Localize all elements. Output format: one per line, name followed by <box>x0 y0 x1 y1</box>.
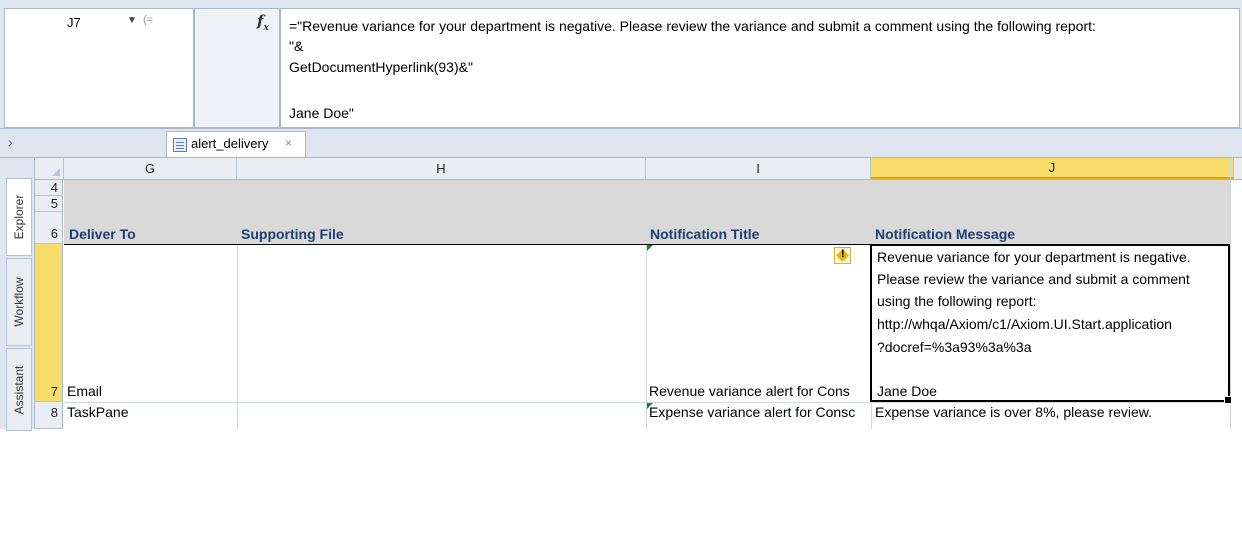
message-line: Jane Doe <box>877 383 937 399</box>
cell-j7[interactable]: Revenue variance for your department is … <box>870 244 1232 404</box>
document-tab-bar: › alert_delivery × <box>0 129 1242 158</box>
expand-panel-icon[interactable]: › <box>8 134 13 150</box>
cell-g7[interactable]: Email <box>64 383 236 401</box>
header-notification-message[interactable]: Notification Message <box>872 226 1230 244</box>
tab-assistant[interactable]: Assistant <box>6 348 32 431</box>
column-header-j[interactable]: J <box>871 158 1234 179</box>
close-tab-icon[interactable]: × <box>285 136 292 150</box>
column-header-g[interactable]: G <box>64 158 237 179</box>
formula-cancel-icon[interactable]: (= <box>143 14 153 26</box>
formula-line: "& <box>289 38 304 54</box>
cell-i7[interactable]: Revenue variance alert for Cons <box>647 383 871 401</box>
cell-h8[interactable] <box>238 404 646 424</box>
name-box[interactable]: J7 ▼ (= <box>4 8 194 128</box>
formula-bar: J7 ▼ (= fx ="Revenue variance for your d… <box>0 0 1242 129</box>
name-box-value: J7 <box>67 15 81 30</box>
column-header-h[interactable]: H <box>237 158 646 179</box>
header-supporting-file[interactable]: Supporting File <box>238 226 646 244</box>
formula-line: Jane Doe" <box>289 105 354 121</box>
fill-handle[interactable] <box>1224 396 1232 404</box>
comment-indicator <box>647 245 653 251</box>
column-header-i[interactable]: I <box>646 158 871 179</box>
cell-j8[interactable]: Expense variance is over 8%, please revi… <box>872 404 1230 424</box>
cell-i8[interactable]: Expense variance alert for Consc <box>647 404 871 424</box>
name-box-dropdown-icon[interactable]: ▼ <box>127 15 137 26</box>
row-header-6[interactable]: 6 <box>35 212 63 244</box>
message-line: Revenue variance for your department is … <box>877 249 1191 265</box>
tab-workflow[interactable]: Workflow <box>6 258 32 346</box>
message-line: http://whqa/Axiom/c1/Axiom.UI.Start.appl… <box>877 316 1172 332</box>
tab-label: Assistant <box>12 365 26 414</box>
formula-line: GetDocumentHyperlink(93)&" <box>289 59 473 75</box>
message-line: ?docref=%3a93%3a%3a <box>877 339 1032 355</box>
insert-function-area: fx <box>194 8 280 128</box>
cell-h7[interactable] <box>238 383 646 401</box>
row-header-4[interactable]: 4 <box>35 180 63 196</box>
message-line: using the following report: <box>877 293 1037 309</box>
grid-line <box>1230 158 1231 429</box>
fx-icon[interactable]: fx <box>257 12 269 33</box>
row-header-7[interactable]: 7 <box>35 244 63 402</box>
formula-line: ="Revenue variance for your department i… <box>289 18 1096 34</box>
cell-g8[interactable]: TaskPane <box>64 404 236 424</box>
header-deliver-to[interactable]: Deliver To <box>66 226 236 244</box>
tab-alert-delivery[interactable]: alert_delivery × <box>166 131 306 157</box>
row-header-5[interactable]: 5 <box>35 196 63 212</box>
select-all-corner[interactable] <box>35 158 64 179</box>
side-panel: Explorer Workflow Assistant <box>0 158 35 431</box>
tab-label: Explorer <box>12 194 26 240</box>
warning-diamond-icon[interactable] <box>834 247 851 264</box>
sheet-document-icon <box>173 138 187 152</box>
tab-label: alert_delivery <box>191 136 269 151</box>
header-notification-title[interactable]: Notification Title <box>647 226 871 244</box>
tab-label: Workflow <box>12 277 26 327</box>
row-header-8[interactable]: 8 <box>35 402 63 429</box>
message-line: Please review the variance and submit a … <box>877 271 1190 287</box>
formula-input[interactable]: ="Revenue variance for your department i… <box>280 8 1240 128</box>
comment-indicator <box>647 403 653 409</box>
column-header-row: G H I J <box>35 158 1242 180</box>
tab-explorer[interactable]: Explorer <box>6 178 32 256</box>
